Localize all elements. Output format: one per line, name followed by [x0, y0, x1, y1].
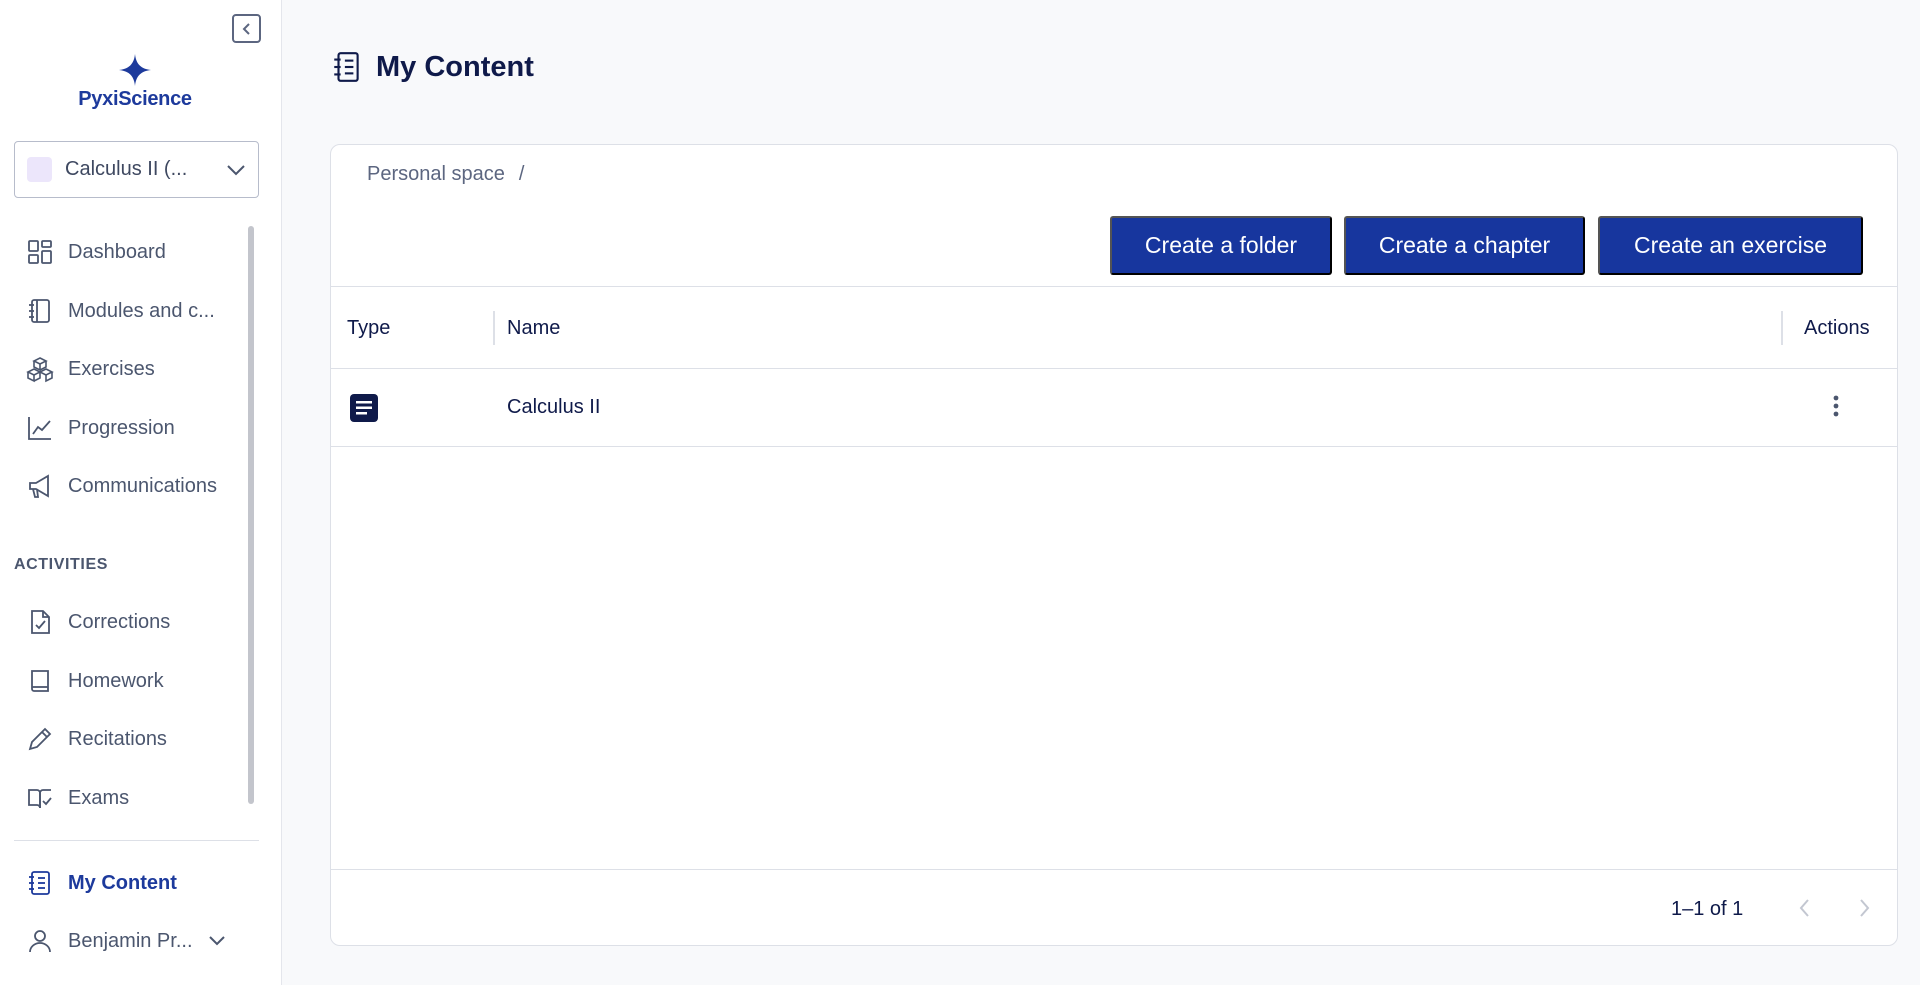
- chevron-left-icon[interactable]: [1797, 896, 1813, 920]
- sidebar-item-modules[interactable]: Modules and c...: [26, 293, 215, 329]
- sidebar-item-label: Progression: [68, 416, 175, 439]
- chevron-left-icon: [242, 22, 250, 35]
- section-title-activities: ACTIVITIES: [14, 556, 109, 573]
- book-icon: [31, 670, 49, 692]
- course-selector[interactable]: Calculus II (...: [14, 141, 259, 198]
- breadcrumb-separator: /: [518, 163, 525, 185]
- sidebar-item-label: Communications: [68, 474, 217, 497]
- brand-name: PyxiScience: [78, 88, 192, 110]
- notebook-icon: [29, 299, 50, 323]
- sidebar-item-progression[interactable]: Progression: [26, 410, 175, 446]
- book-open-check-icon: [28, 789, 52, 809]
- user-icon: [29, 930, 51, 953]
- course-color-swatch: [27, 157, 52, 182]
- notebook-list-icon: [334, 52, 359, 82]
- chart-line-icon: [28, 417, 51, 440]
- page-header: My Content: [332, 50, 534, 84]
- star-logo-icon: [119, 54, 151, 86]
- sidebar-item-label: Homework: [68, 669, 164, 692]
- sidebar-item-homework[interactable]: Homework: [26, 663, 164, 699]
- more-vertical-icon[interactable]: [1833, 394, 1839, 418]
- create-exercise-button[interactable]: Create an exercise: [1598, 216, 1863, 275]
- breadcrumb: Personal space /: [367, 163, 524, 186]
- collapse-sidebar-button[interactable]: [232, 14, 261, 43]
- sidebar-item-my-content[interactable]: My Content: [26, 865, 177, 901]
- sidebar-item-recitations[interactable]: Recitations: [26, 721, 167, 757]
- content-card: Personal space / Create a folder Create …: [330, 144, 1898, 946]
- create-chapter-button[interactable]: Create a chapter: [1344, 216, 1585, 275]
- sidebar-item-label: Dashboard: [68, 240, 166, 263]
- sidebar-item-label: Exams: [68, 786, 130, 809]
- sidebar-item-label: Exercises: [68, 357, 155, 380]
- row-name[interactable]: Calculus II: [507, 396, 600, 419]
- column-header-actions: Actions: [1804, 317, 1870, 339]
- breadcrumb-personal-space[interactable]: Personal space: [367, 163, 505, 186]
- dashboard-icon: [28, 240, 52, 264]
- sidebar-user-menu[interactable]: Benjamin Pr...: [26, 923, 240, 959]
- file-check-icon: [31, 610, 50, 634]
- column-separator[interactable]: [1781, 311, 1783, 345]
- column-separator[interactable]: [493, 311, 495, 345]
- sidebar-item-label: My Content: [68, 871, 177, 894]
- chevron-right-icon[interactable]: [1856, 896, 1872, 920]
- pencil-icon: [28, 727, 52, 751]
- sidebar-item-exams[interactable]: Exams: [26, 780, 129, 816]
- column-header-name[interactable]: Name: [507, 317, 560, 340]
- page-title: My Content: [376, 50, 534, 83]
- document-icon: [350, 394, 378, 422]
- sidebar: PyxiScience Calculus II (... Dashboard M…: [0, 0, 282, 985]
- course-selector-value: Calculus II (...: [65, 158, 188, 180]
- sidebar-item-exercises[interactable]: Exercises: [26, 351, 155, 387]
- app-logo[interactable]: PyxiScience: [70, 54, 200, 111]
- table-footer: 1–1 of 1: [331, 869, 1897, 945]
- sidebar-item-label: Modules and c...: [68, 299, 215, 322]
- pagination-info: 1–1 of 1: [1671, 898, 1744, 920]
- table-header: Type Name Actions: [331, 286, 1897, 369]
- megaphone-icon: [29, 474, 49, 498]
- sidebar-item-communications[interactable]: Communications: [26, 468, 217, 504]
- sidebar-divider: [14, 840, 259, 841]
- sidebar-item-label: Recitations: [68, 727, 167, 750]
- cubes-icon: [26, 357, 54, 383]
- sidebar-item-label: Corrections: [68, 610, 171, 633]
- table-row[interactable]: Calculus II: [331, 369, 1897, 447]
- create-folder-button[interactable]: Create a folder: [1110, 216, 1332, 275]
- column-header-type[interactable]: Type: [347, 317, 390, 340]
- user-name: Benjamin Pr...: [68, 929, 193, 952]
- sidebar-item-dashboard[interactable]: Dashboard: [26, 234, 166, 270]
- sidebar-item-corrections[interactable]: Corrections: [26, 604, 170, 640]
- chevron-down-icon: [227, 164, 245, 175]
- chevron-down-icon: [209, 936, 225, 946]
- notebook-list-icon: [29, 871, 50, 895]
- sidebar-scrollbar[interactable]: [248, 226, 254, 804]
